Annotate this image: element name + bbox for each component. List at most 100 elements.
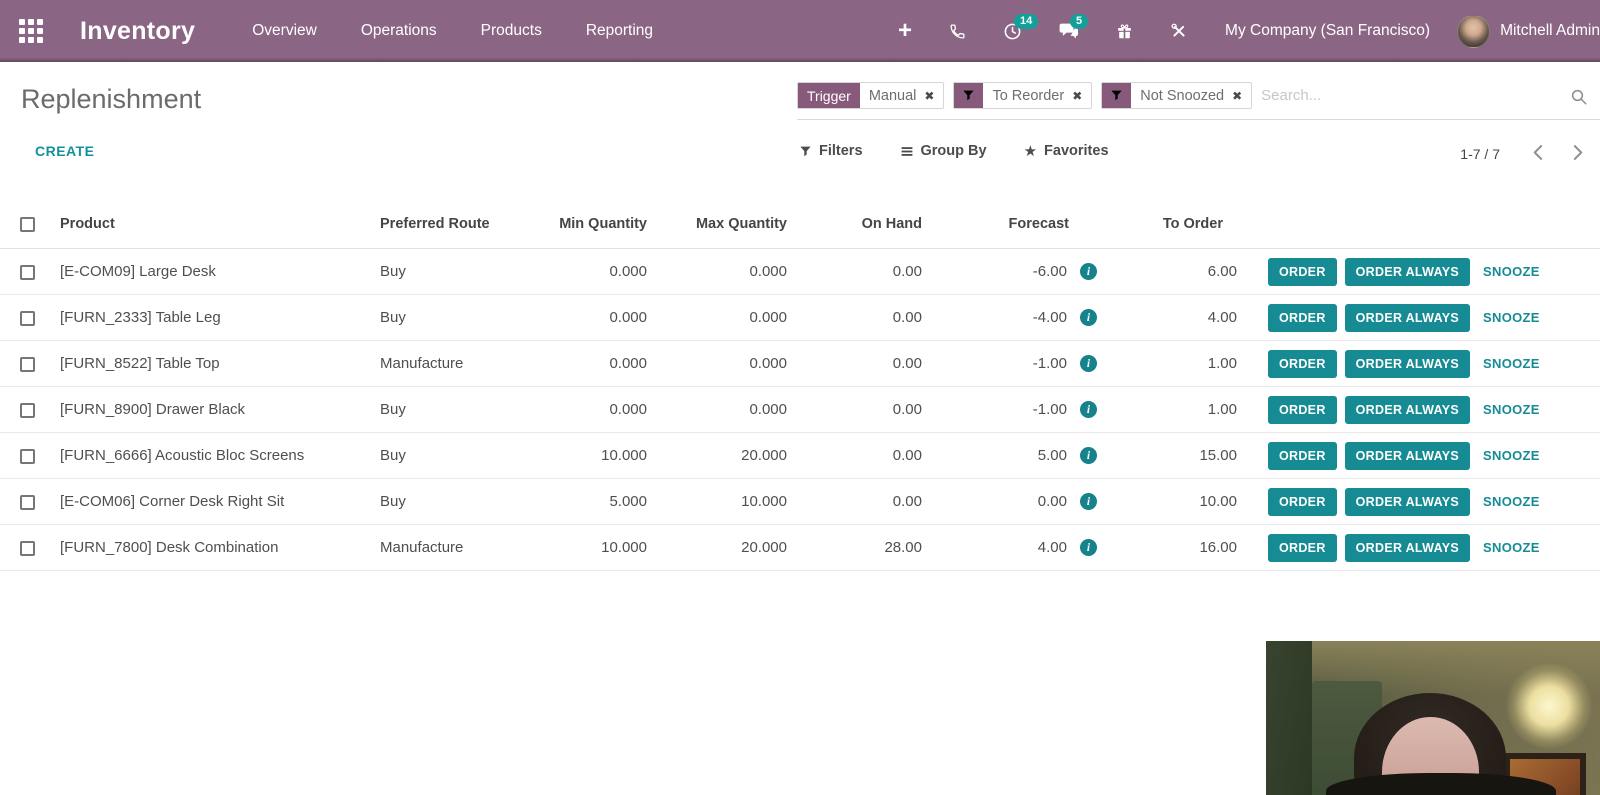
on-hand-cell[interactable]: 0.00: [789, 340, 924, 387]
min-quantity-cell[interactable]: 0.000: [504, 386, 649, 433]
product-cell[interactable]: [FURN_7800] Desk Combination: [44, 524, 364, 571]
order-button[interactable]: ORDER: [1268, 303, 1337, 332]
column-header-product[interactable]: Product: [44, 196, 364, 249]
max-quantity-cell[interactable]: 0.000: [649, 294, 789, 341]
order-button[interactable]: ORDER: [1268, 533, 1337, 562]
forecast-info-icon[interactable]: i: [1080, 447, 1097, 464]
user-menu[interactable]: Mitchell Admin: [1500, 22, 1600, 40]
favorites-menu[interactable]: ★ Favorites: [1024, 143, 1109, 159]
to-order-cell[interactable]: 6.00: [1099, 248, 1239, 295]
on-hand-cell[interactable]: 28.00: [789, 524, 924, 571]
pager-previous-icon[interactable]: [1530, 142, 1545, 166]
forecast-info-icon[interactable]: i: [1080, 355, 1097, 372]
order-button[interactable]: ORDER: [1268, 487, 1337, 516]
min-quantity-cell[interactable]: 10.000: [504, 524, 649, 571]
search-icon[interactable]: [1570, 88, 1588, 111]
to-order-cell[interactable]: 15.00: [1099, 432, 1239, 479]
preferred-route-cell[interactable]: Manufacture: [364, 524, 504, 571]
group-by-menu[interactable]: Group By: [900, 143, 987, 159]
tools-icon[interactable]: [1170, 22, 1188, 40]
forecast-info-icon[interactable]: i: [1080, 539, 1097, 556]
activities-clock-icon[interactable]: 14: [1003, 13, 1039, 41]
column-header-route[interactable]: Preferred Route: [364, 196, 504, 249]
column-header-forecast[interactable]: Forecast: [924, 196, 1099, 249]
preferred-route-cell[interactable]: Buy: [364, 386, 504, 433]
column-header-min-quantity[interactable]: Min Quantity: [504, 196, 649, 249]
facet-remove-icon[interactable]: ✖: [1072, 90, 1082, 102]
row-checkbox[interactable]: [20, 310, 35, 326]
row-checkbox[interactable]: [20, 540, 35, 556]
min-quantity-cell[interactable]: 10.000: [504, 432, 649, 479]
gift-icon[interactable]: [1116, 23, 1133, 40]
snooze-button[interactable]: SNOOZE: [1483, 540, 1540, 555]
snooze-button[interactable]: SNOOZE: [1483, 494, 1540, 509]
order-always-button[interactable]: ORDER ALWAYS: [1344, 487, 1471, 516]
order-always-button[interactable]: ORDER ALWAYS: [1344, 533, 1471, 562]
preferred-route-cell[interactable]: Manufacture: [364, 340, 504, 387]
select-all-checkbox[interactable]: [20, 216, 35, 232]
forecast-info-icon[interactable]: i: [1080, 263, 1097, 280]
snooze-button[interactable]: SNOOZE: [1483, 310, 1540, 325]
table-row[interactable]: [FURN_8900] Drawer Black Buy 0.000 0.000…: [0, 386, 1600, 433]
forecast-info-icon[interactable]: i: [1080, 493, 1097, 510]
min-quantity-cell[interactable]: 0.000: [504, 340, 649, 387]
user-avatar[interactable]: [1457, 14, 1491, 48]
phone-icon[interactable]: [949, 23, 966, 40]
order-button[interactable]: ORDER: [1268, 257, 1337, 286]
max-quantity-cell[interactable]: 0.000: [649, 340, 789, 387]
table-row[interactable]: [E-COM06] Corner Desk Right Sit Buy 5.00…: [0, 478, 1600, 525]
product-cell[interactable]: [E-COM06] Corner Desk Right Sit: [44, 478, 364, 525]
on-hand-cell[interactable]: 0.00: [789, 386, 924, 433]
order-always-button[interactable]: ORDER ALWAYS: [1344, 395, 1471, 424]
preferred-route-cell[interactable]: Buy: [364, 294, 504, 341]
min-quantity-cell[interactable]: 0.000: [504, 248, 649, 295]
search-input[interactable]: [1261, 82, 1560, 109]
preferred-route-cell[interactable]: Buy: [364, 478, 504, 525]
on-hand-cell[interactable]: 0.00: [789, 248, 924, 295]
max-quantity-cell[interactable]: 0.000: [649, 386, 789, 433]
forecast-info-icon[interactable]: i: [1080, 401, 1097, 418]
preferred-route-cell[interactable]: Buy: [364, 248, 504, 295]
snooze-button[interactable]: SNOOZE: [1483, 264, 1540, 279]
preferred-route-cell[interactable]: Buy: [364, 432, 504, 479]
snooze-button[interactable]: SNOOZE: [1483, 402, 1540, 417]
row-checkbox[interactable]: [20, 448, 35, 464]
forecast-info-icon[interactable]: i: [1080, 309, 1097, 326]
product-cell[interactable]: [E-COM09] Large Desk: [44, 248, 364, 295]
min-quantity-cell[interactable]: 0.000: [504, 294, 649, 341]
filters-menu[interactable]: Filters: [799, 143, 863, 159]
row-checkbox[interactable]: [20, 356, 35, 372]
product-cell[interactable]: [FURN_2333] Table Leg: [44, 294, 364, 341]
row-checkbox[interactable]: [20, 264, 35, 280]
on-hand-cell[interactable]: 0.00: [789, 432, 924, 479]
menu-overview[interactable]: Overview: [252, 22, 317, 40]
to-order-cell[interactable]: 4.00: [1099, 294, 1239, 341]
column-header-to-order[interactable]: To Order: [1099, 196, 1239, 249]
order-always-button[interactable]: ORDER ALWAYS: [1344, 303, 1471, 332]
max-quantity-cell[interactable]: 20.000: [649, 432, 789, 479]
order-button[interactable]: ORDER: [1268, 349, 1337, 378]
create-button[interactable]: CREATE: [35, 143, 95, 159]
product-cell[interactable]: [FURN_8522] Table Top: [44, 340, 364, 387]
menu-operations[interactable]: Operations: [361, 22, 437, 40]
on-hand-cell[interactable]: 0.00: [789, 478, 924, 525]
column-header-max-quantity[interactable]: Max Quantity: [649, 196, 789, 249]
snooze-button[interactable]: SNOOZE: [1483, 448, 1540, 463]
product-cell[interactable]: [FURN_6666] Acoustic Bloc Screens: [44, 432, 364, 479]
order-always-button[interactable]: ORDER ALWAYS: [1344, 441, 1471, 470]
on-hand-cell[interactable]: 0.00: [789, 294, 924, 341]
to-order-cell[interactable]: 16.00: [1099, 524, 1239, 571]
order-button[interactable]: ORDER: [1268, 395, 1337, 424]
quick-add-icon[interactable]: +: [898, 19, 912, 43]
table-row[interactable]: [FURN_8522] Table Top Manufacture 0.000 …: [0, 340, 1600, 387]
to-order-cell[interactable]: 1.00: [1099, 340, 1239, 387]
menu-reporting[interactable]: Reporting: [586, 22, 653, 40]
max-quantity-cell[interactable]: 20.000: [649, 524, 789, 571]
order-button[interactable]: ORDER: [1268, 441, 1337, 470]
table-row[interactable]: [FURN_2333] Table Leg Buy 0.000 0.000 0.…: [0, 294, 1600, 341]
row-checkbox[interactable]: [20, 402, 35, 418]
to-order-cell[interactable]: 10.00: [1099, 478, 1239, 525]
table-row[interactable]: [FURN_6666] Acoustic Bloc Screens Buy 10…: [0, 432, 1600, 479]
pager-next-icon[interactable]: [1571, 142, 1586, 166]
order-always-button[interactable]: ORDER ALWAYS: [1344, 257, 1471, 286]
